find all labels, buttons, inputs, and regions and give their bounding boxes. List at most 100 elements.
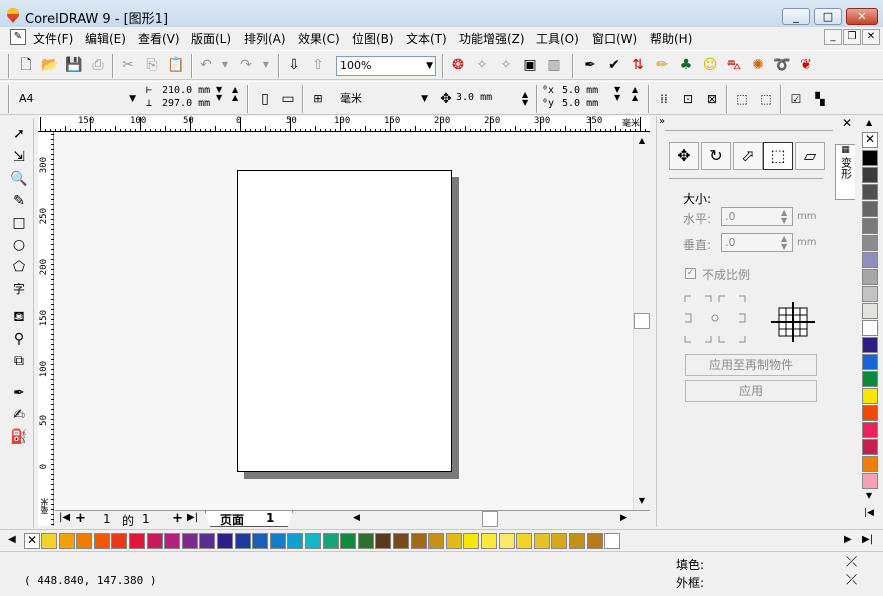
graphic-text-options-icon[interactable]: ▚ [810, 89, 830, 109]
palette-expand-icon[interactable]: |◀ [864, 508, 874, 518]
ellipse-tool-icon[interactable]: ○ [8, 235, 30, 255]
pencil-icon[interactable]: ✏ [652, 55, 672, 75]
palette-scroll-down-icon[interactable]: ▼ [866, 491, 872, 500]
trace-icon[interactable]: ✧ [496, 55, 516, 75]
doc-restore-button[interactable]: ❐ [843, 29, 861, 45]
vertical-spinner[interactable]: ▲ ▼ [781, 235, 787, 251]
options-icon[interactable]: ☑ [786, 89, 806, 109]
snap-guidelines-icon[interactable]: ⊡ [678, 89, 698, 109]
color-swatch[interactable] [357, 533, 374, 549]
zoom-combo[interactable]: 100% ▼ [336, 56, 436, 76]
width-spinner[interactable]: ▼ ▼ [216, 86, 222, 102]
color-swatch[interactable] [862, 320, 878, 336]
eyedropper-tool-icon[interactable]: ✒ [8, 383, 30, 403]
page-width-field[interactable]: 210.0 mm [162, 85, 210, 96]
fill-none-icon[interactable]: ⤫ [846, 554, 857, 570]
nudge-spinner[interactable]: ▲ ▼ [522, 91, 528, 107]
units-combo[interactable]: 毫米 ▼ [336, 89, 431, 109]
freehand-tool-icon[interactable]: ✎ [8, 191, 30, 211]
apply-to-duplicate-button[interactable]: 应用至再制物件 [685, 354, 817, 376]
color-swatch[interactable] [234, 533, 251, 549]
color-swatch[interactable] [604, 533, 621, 549]
last-page-icon[interactable]: ▶| [187, 512, 198, 523]
apply-button[interactable]: 应用 [685, 380, 817, 402]
vertical-ruler[interactable]: 300 250 200 150 100 50 0 毫米 [38, 132, 54, 526]
scroll-down-icon[interactable]: ▼ [636, 495, 648, 507]
color-swatch[interactable] [393, 533, 409, 549]
drawing-canvas[interactable] [55, 133, 633, 510]
color-swatch[interactable] [533, 533, 550, 549]
lasso-icon[interactable]: ➰ [772, 55, 792, 75]
color-swatch[interactable] [322, 533, 339, 549]
menu-bitmaps[interactable]: 位图(B) [352, 30, 394, 47]
color-swatch[interactable] [862, 388, 878, 404]
eyedropper-icon[interactable]: ✒ [580, 55, 600, 75]
add-page-after-icon[interactable]: + [172, 511, 183, 526]
text-tool-icon[interactable]: 字 [8, 279, 30, 299]
no-color-swatch[interactable]: ✕ [862, 132, 878, 148]
color-swatch[interactable] [269, 533, 286, 549]
zoom-tool-icon[interactable]: 🔍 [8, 169, 30, 189]
smiley-icon[interactable]: ☺ [700, 55, 720, 75]
size-tab-icon[interactable]: ⬚ [763, 142, 793, 170]
interactive-fill-icon[interactable]: ⛾ [8, 307, 30, 327]
horizontal-spinner[interactable]: ▲ ▼ [781, 209, 787, 225]
car-icon[interactable]: ⛍ [724, 55, 744, 75]
menu-tools[interactable]: 工具(O) [536, 30, 579, 47]
arrows-icon[interactable]: ⇅ [628, 55, 648, 75]
duplicate-y-field[interactable]: 5.0 mm [562, 98, 598, 109]
transparency-tool-icon[interactable]: ⚲ [8, 329, 30, 349]
redo-dropdown-icon[interactable]: ▼ [256, 55, 276, 75]
color-swatch[interactable] [111, 533, 128, 549]
doc-minimize-button[interactable]: _ [824, 29, 842, 45]
fire-icon[interactable]: ✺ [748, 55, 768, 75]
color-swatch[interactable] [463, 533, 480, 549]
color-swatch[interactable] [862, 405, 878, 421]
color-swatch[interactable] [862, 184, 878, 200]
menu-window[interactable]: 窗口(W) [592, 30, 637, 47]
color-swatch[interactable] [862, 456, 878, 472]
tree-icon[interactable]: ♣ [676, 55, 696, 75]
new-document-icon[interactable]: 🗋 [16, 55, 36, 75]
paste-icon[interactable]: 📋 [166, 55, 186, 75]
landscape-icon[interactable]: ▭ [278, 89, 298, 109]
first-page-icon[interactable]: |◀ [59, 512, 70, 523]
copy-icon[interactable]: ⎘ [142, 55, 162, 75]
color-swatch[interactable] [551, 533, 568, 549]
open-folder-icon[interactable]: 📂 [40, 55, 60, 75]
page-tab[interactable]: 页面 1 [205, 511, 293, 527]
corel-apps-icon[interactable]: ❂ [448, 55, 468, 75]
facing-pages-icon[interactable]: ⊞ [308, 89, 328, 109]
docker-side-tab[interactable]: ▦ 变形 [835, 144, 855, 200]
color-swatch[interactable] [41, 533, 57, 549]
menu-file[interactable]: 文件(F) [33, 30, 73, 47]
nudge-field[interactable]: 3.0 mm [456, 92, 492, 103]
undo-icon[interactable]: ↶ [196, 55, 216, 75]
scroll-right-icon[interactable]: ▶ [620, 513, 627, 523]
hscroll-thumb[interactable] [482, 511, 498, 527]
color-swatch[interactable] [862, 422, 878, 438]
scrapbook-icon[interactable]: ▣ [520, 55, 540, 75]
checkmark-icon[interactable]: ✔ [604, 55, 624, 75]
print-icon[interactable]: ⎙ [88, 55, 108, 75]
save-icon[interactable]: 💾 [64, 55, 84, 75]
color-swatch[interactable] [305, 533, 321, 549]
color-swatch[interactable] [862, 354, 878, 370]
rectangle-tool-icon[interactable]: □ [8, 213, 30, 233]
minimize-button[interactable]: _ [782, 8, 810, 25]
palette-scroll-left-icon[interactable]: ◀ [8, 534, 16, 545]
color-swatch[interactable] [862, 439, 878, 455]
color-swatch[interactable] [862, 269, 878, 285]
color-swatch[interactable] [498, 533, 515, 549]
blend-tool-icon[interactable]: ⧉ [8, 351, 30, 371]
duplicate-x-field[interactable]: 5.0 mm [562, 85, 598, 96]
color-swatch[interactable] [862, 201, 878, 217]
import-icon[interactable]: ⇩ [284, 55, 304, 75]
select-treat-filled-icon[interactable]: ⬚ [732, 89, 752, 109]
color-swatch[interactable] [146, 533, 163, 549]
color-swatch[interactable] [375, 533, 392, 549]
fill-tool-icon[interactable]: ⛽ [8, 427, 30, 447]
add-page-before-icon[interactable]: + [75, 511, 86, 526]
close-button[interactable]: ✕ [846, 8, 878, 25]
color-swatch[interactable] [862, 150, 878, 166]
